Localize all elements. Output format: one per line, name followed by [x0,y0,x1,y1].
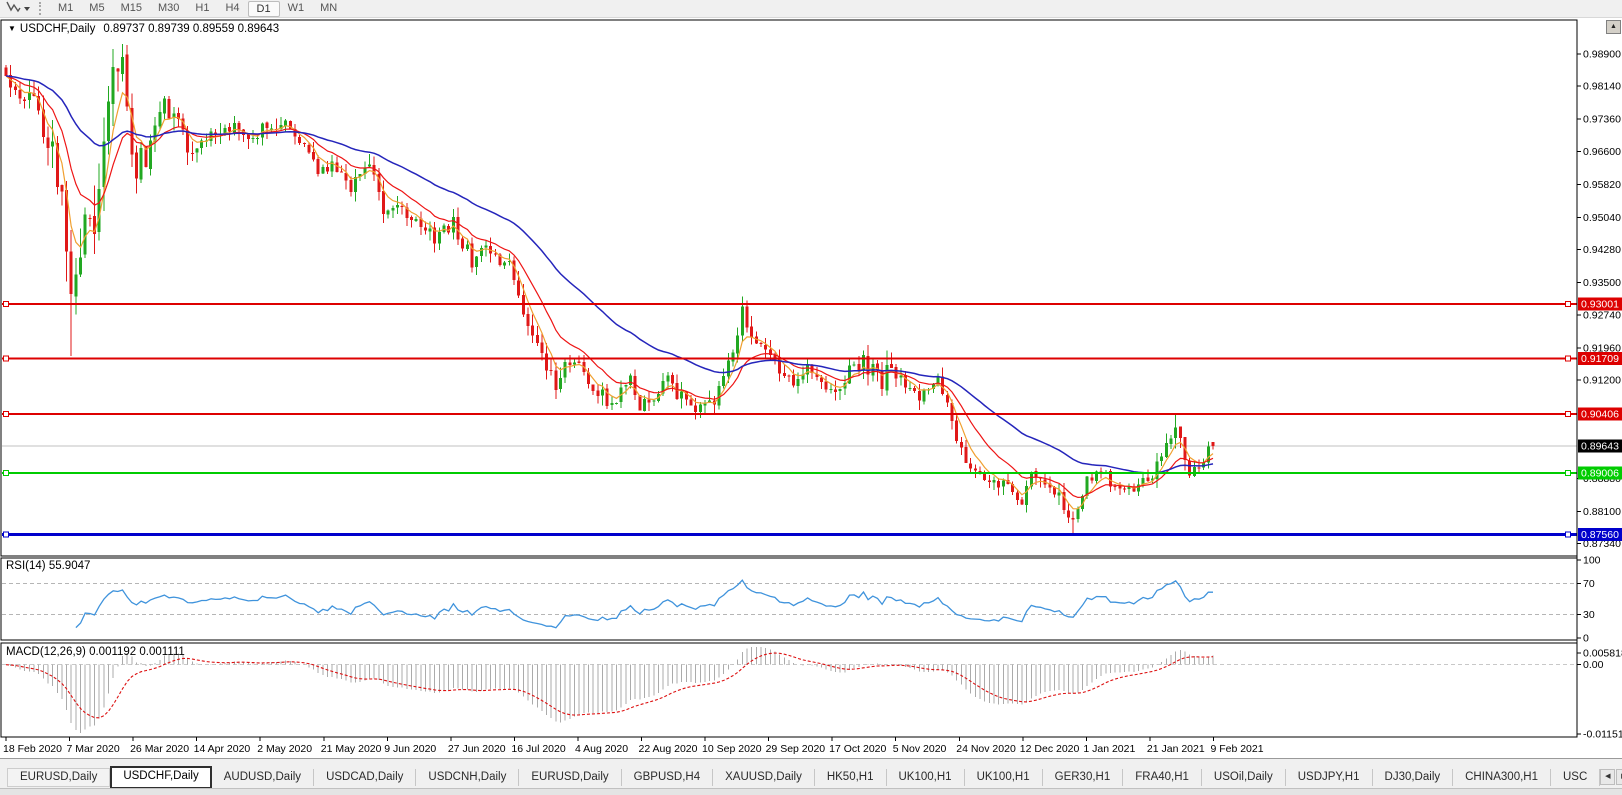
svg-text:0.91709: 0.91709 [1581,353,1619,365]
tab-scroll-right-button[interactable]: ▶ [1616,769,1622,785]
macd-indicator-label: MACD(12,26,9) 0.001192 0.001111 [6,646,185,658]
svg-text:0.93001: 0.93001 [1581,298,1619,310]
svg-text:18 Feb 2020: 18 Feb 2020 [3,743,62,755]
svg-text:100: 100 [1583,555,1601,567]
timeframe-button-d1[interactable]: D1 [247,0,280,17]
svg-text:17 Oct 2020: 17 Oct 2020 [829,743,886,755]
svg-text:27 Jun 2020: 27 Jun 2020 [448,743,506,755]
chart-title: ▼ USDCHF,Daily 0.89737 0.89739 0.89559 0.8… [8,23,279,35]
chevron-down-icon [24,6,30,11]
cursor-tool-button[interactable] [3,1,33,16]
svg-text:0.96600: 0.96600 [1583,146,1621,158]
top-toolbar: M1 M5 M15 M30 H1 H4 D1 W1 MN [0,0,1622,18]
svg-text:14 Apr 2020: 14 Apr 2020 [194,743,251,755]
svg-text:29 Sep 2020: 29 Sep 2020 [766,743,826,755]
svg-text:12 Dec 2020: 12 Dec 2020 [1020,743,1080,755]
svg-text:0.00: 0.00 [1583,659,1604,671]
chart-scroll-up-button[interactable]: ▲ [1606,20,1621,34]
chart-ohlc-values: 0.89737 0.89739 0.89559 0.89643 [103,23,280,35]
toolbar-grip [39,2,41,15]
svg-text:0.005818: 0.005818 [1583,648,1622,660]
price-axis: 0.98900 0.98140 0.97360 0.96600 0.95820 0.950… [1576,20,1622,741]
svg-text:0.87560: 0.87560 [1581,529,1619,541]
rsi-indicator-label: RSI(14) 55.9047 [6,560,91,572]
svg-text:0.94280: 0.94280 [1583,244,1621,256]
svg-text:70: 70 [1583,578,1595,590]
crosshair-cursor-icon [6,0,21,18]
timeframe-button-m5[interactable]: M5 [81,1,112,16]
chart-area: 0.98900 0.98140 0.97360 0.96600 0.95820 0.950… [0,18,1622,758]
timeframe-button-m1[interactable]: M1 [50,1,81,16]
svg-text:21 Jan 2021: 21 Jan 2021 [1147,743,1205,755]
tab-gbpusd-h4[interactable]: GBPUSD,H4 [622,768,714,786]
timeframe-button-w1[interactable]: W1 [280,1,313,16]
svg-text:30: 30 [1583,609,1595,621]
svg-text:26 Mar 2020: 26 Mar 2020 [130,743,189,755]
svg-text:0.89006: 0.89006 [1581,468,1619,480]
tab-eurusd-daily[interactable]: EURUSD,Daily [519,768,622,786]
svg-text:2 May 2020: 2 May 2020 [257,743,312,755]
tab-usdjpy-h1[interactable]: USDJPY,H1 [1286,768,1373,786]
svg-text:0.98900: 0.98900 [1583,48,1621,60]
tab-fra40-h1[interactable]: FRA40,H1 [1123,768,1202,786]
timeframe-button-mn[interactable]: MN [312,1,345,16]
tab-uk100-h1[interactable]: UK100,H1 [965,768,1043,786]
tab-hk50-h1[interactable]: HK50,H1 [815,768,887,786]
tab-china300-h1[interactable]: CHINA300,H1 [1453,768,1551,786]
tab-usdcnh-daily[interactable]: USDCNH,Daily [416,768,520,786]
timeframe-button-m15[interactable]: M15 [113,1,150,16]
svg-text:0.98140: 0.98140 [1583,81,1621,93]
svg-text:24 Nov 2020: 24 Nov 2020 [956,743,1016,755]
tab-ger30-h1[interactable]: GER30,H1 [1043,768,1124,786]
svg-text:21 May 2020: 21 May 2020 [321,743,382,755]
svg-text:-0.011514: -0.011514 [1583,729,1622,741]
timeframe-button-h1[interactable]: H1 [187,1,217,16]
date-axis: 18 Feb 2020 7 Mar 2020 26 Mar 2020 14 Apr 2… [3,737,1264,755]
timeframe-button-m30[interactable]: M30 [150,1,187,16]
tab-eurusd-daily[interactable]: EURUSD,Daily [7,767,111,787]
tab-usdcad-daily[interactable]: USDCAD,Daily [314,768,417,786]
tab-xauusd-daily[interactable]: XAUUSD,Daily [713,768,815,786]
svg-text:0.92740: 0.92740 [1583,309,1621,321]
tab-dj30-daily[interactable]: DJ30,Daily [1373,768,1454,786]
chart-canvas[interactable]: 0.98900 0.98140 0.97360 0.96600 0.95820 0.950… [0,18,1622,758]
chart-symbol-label: USDCHF,Daily [19,23,96,35]
tab-audusd-daily[interactable]: AUDUSD,Daily [212,768,315,786]
svg-text:0.93500: 0.93500 [1583,277,1621,289]
symbol-tabs: EURUSD,Daily USDCHF,Daily AUDUSD,Daily USDC… [7,766,1601,788]
timeframe-buttons: M1 M5 M15 M30 H1 H4 D1 W1 MN [50,0,345,17]
svg-text:0.90406: 0.90406 [1581,408,1619,420]
svg-text:9 Jun 2020: 9 Jun 2020 [384,743,436,755]
svg-text:0.89643: 0.89643 [1581,441,1619,453]
svg-text:5 Nov 2020: 5 Nov 2020 [893,743,947,755]
tab-scroll-left-button[interactable]: ◀ [1600,769,1616,785]
svg-text:10 Sep 2020: 10 Sep 2020 [702,743,762,755]
svg-text:0.95040: 0.95040 [1583,212,1621,224]
tab-usoil-daily[interactable]: USOil,Daily [1202,768,1286,786]
svg-text:22 Aug 2020: 22 Aug 2020 [639,743,698,755]
tab-usc[interactable]: USC [1551,768,1601,786]
collapse-triangle-icon[interactable]: ▼ [8,24,16,33]
svg-text:0.88100: 0.88100 [1583,506,1621,518]
svg-text:4 Aug 2020: 4 Aug 2020 [575,743,628,755]
svg-text:7 Mar 2020: 7 Mar 2020 [67,743,120,755]
svg-text:1 Jan 2021: 1 Jan 2021 [1083,743,1135,755]
svg-text:0.95820: 0.95820 [1583,179,1621,191]
tab-usdchf-daily[interactable]: USDCHF,Daily [110,766,212,788]
svg-text:9 Feb 2021: 9 Feb 2021 [1210,743,1263,755]
svg-text:16 Jul 2020: 16 Jul 2020 [511,743,565,755]
svg-text:0.97360: 0.97360 [1583,114,1621,126]
symbol-tabbar: EURUSD,Daily USDCHF,Daily AUDUSD,Daily USDC… [0,766,1622,788]
svg-text:0.91200: 0.91200 [1583,375,1621,387]
tab-uk100-h1[interactable]: UK100,H1 [887,768,965,786]
timeframe-button-h4[interactable]: H4 [217,1,247,16]
tab-scroll-buttons: ◀ ▶ [1600,769,1622,785]
svg-text:0: 0 [1583,633,1589,645]
